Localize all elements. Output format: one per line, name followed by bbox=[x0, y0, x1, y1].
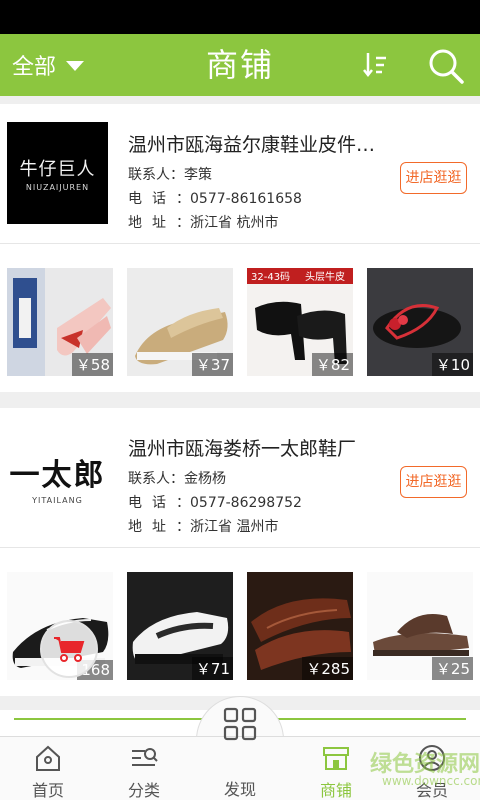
logo-text: 一太郎 bbox=[9, 457, 106, 493]
shop-info: 牛仔巨人 NIUZAIJUREN 温州市瓯海益尔康鞋业皮件有... 联系人：李策… bbox=[0, 104, 480, 244]
shop-logo[interactable]: 一太郎 YITAILANG bbox=[7, 426, 108, 528]
shop-address: 地址：浙江省 温州市 bbox=[128, 516, 278, 536]
tab-category[interactable]: 分类 bbox=[96, 737, 192, 800]
phone-label: 电话： bbox=[128, 191, 190, 207]
logo-text: 牛仔巨人 bbox=[19, 158, 96, 180]
sort-icon bbox=[363, 53, 386, 78]
product-price: ￥82 bbox=[311, 353, 353, 376]
app-header: 全部 商铺 bbox=[0, 34, 480, 96]
shop-name[interactable]: 温州市瓯海娄桥一太郎鞋厂 bbox=[128, 434, 393, 461]
product-row: ￥58 ￥37 32-43码 头层牛皮 ￥82 ￥10 bbox=[7, 268, 480, 376]
tab-discover[interactable]: 发现 bbox=[192, 707, 288, 800]
tab-home[interactable]: 首页 bbox=[0, 737, 96, 800]
shop-phone: 电话：0577-86161658 bbox=[128, 188, 302, 208]
address-value: 浙江省 杭州市 bbox=[190, 215, 279, 231]
category-icon bbox=[132, 748, 158, 766]
product-thumbnail[interactable]: ￥58 bbox=[7, 268, 113, 376]
shop-card[interactable]: 牛仔巨人 NIUZAIJUREN 温州市瓯海益尔康鞋业皮件有... 联系人：李策… bbox=[0, 104, 480, 392]
shop-logo[interactable]: 牛仔巨人 NIUZAIJUREN bbox=[7, 122, 108, 224]
shop-phone: 电话：0577-86298752 bbox=[128, 492, 302, 512]
contact-value: 金杨杨 bbox=[184, 471, 226, 487]
cart-button[interactable] bbox=[40, 620, 98, 678]
product-thumbnail[interactable]: ￥25 bbox=[367, 572, 473, 680]
watermark-url: www.downcc.com bbox=[382, 774, 480, 788]
product-thumbnail[interactable]: ￥71 bbox=[127, 572, 233, 680]
shop-contact: 联系人：金杨杨 bbox=[128, 468, 226, 488]
cart-icon bbox=[54, 637, 85, 662]
product-thumbnail[interactable]: ￥37 bbox=[127, 268, 233, 376]
product-price: ￥25 bbox=[431, 657, 473, 680]
phone-label: 电话： bbox=[128, 495, 190, 511]
logo-subtext: YITAILANG bbox=[32, 495, 83, 505]
tab-label: 分类 bbox=[127, 781, 160, 800]
tab-label: 发现 bbox=[223, 780, 256, 799]
address-value: 浙江省 温州市 bbox=[190, 519, 279, 535]
shop-info: 一太郎 YITAILANG 温州市瓯海娄桥一太郎鞋厂 联系人：金杨杨 电话：05… bbox=[0, 408, 480, 548]
discover-icon bbox=[223, 707, 257, 741]
svg-text:头层牛皮: 头层牛皮 bbox=[305, 270, 345, 283]
logo-subtext: NIUZAIJUREN bbox=[25, 182, 90, 192]
contact-value: 李策 bbox=[184, 167, 212, 183]
product-price: ￥10 bbox=[431, 353, 473, 376]
product-thumbnail[interactable]: 32-43码 头层牛皮 ￥82 bbox=[247, 268, 353, 376]
product-price: ￥58 bbox=[71, 353, 113, 376]
contact-label: 联系人： bbox=[128, 471, 184, 487]
address-label: 地址： bbox=[128, 215, 190, 231]
address-label: 地址： bbox=[128, 519, 190, 535]
watermark: 绿色资源网 www.downcc.com bbox=[340, 744, 480, 800]
status-bar bbox=[0, 0, 480, 34]
contact-label: 联系人： bbox=[128, 167, 184, 183]
shop-contact: 联系人：李策 bbox=[128, 164, 212, 184]
shop-address: 地址：浙江省 杭州市 bbox=[128, 212, 278, 232]
product-price: ￥285 bbox=[302, 657, 353, 680]
visit-shop-button[interactable]: 进店逛逛 bbox=[400, 466, 467, 498]
phone-value: 0577-86161658 bbox=[190, 191, 302, 207]
product-price: ￥71 bbox=[191, 657, 233, 680]
product-price: ￥37 bbox=[191, 353, 233, 376]
tab-label: 首页 bbox=[31, 781, 64, 800]
search-button[interactable] bbox=[424, 44, 468, 88]
shop-name[interactable]: 温州市瓯海益尔康鞋业皮件有... bbox=[128, 130, 393, 157]
svg-text:32-43码: 32-43码 bbox=[251, 271, 290, 283]
visit-shop-button[interactable]: 进店逛逛 bbox=[400, 162, 467, 194]
home-icon bbox=[36, 745, 60, 771]
phone-value: 0577-86298752 bbox=[190, 495, 302, 511]
sort-button[interactable] bbox=[360, 48, 394, 82]
page-title: 商铺 bbox=[205, 46, 274, 84]
product-thumbnail[interactable]: ￥10 bbox=[367, 268, 473, 376]
search-icon bbox=[429, 49, 464, 84]
product-thumbnail[interactable]: ￥285 bbox=[247, 572, 353, 680]
